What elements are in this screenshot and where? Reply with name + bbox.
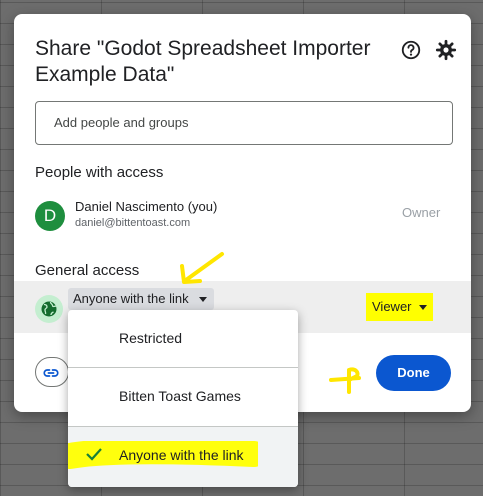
done-button[interactable]: Done — [376, 355, 451, 391]
dialog-title: Share "Godot Spreadsheet Importer Exampl… — [35, 37, 371, 86]
menu-item-label: Bitten Toast Games — [119, 388, 241, 404]
chevron-down-icon — [419, 305, 427, 310]
access-level-dropdown[interactable]: Anyone with the link — [68, 288, 214, 310]
gear-icon[interactable] — [435, 39, 457, 61]
person-name: Daniel Nascimento (you) — [75, 199, 218, 214]
copy-link-button[interactable] — [35, 357, 69, 387]
access-level-menu: Restricted Bitten Toast Games Anyone wit… — [68, 310, 298, 487]
role-dropdown[interactable]: Viewer — [366, 293, 433, 321]
person-email: daniel@bittentoast.com — [75, 217, 191, 229]
menu-item-label: Anyone with the link — [119, 447, 244, 463]
globe-icon — [35, 295, 63, 323]
role-value: Viewer — [372, 299, 412, 314]
menu-item-bitten-toast-games[interactable]: Bitten Toast Games — [68, 368, 298, 424]
help-icon[interactable] — [400, 39, 422, 61]
people-with-access-heading: People with access — [35, 164, 164, 181]
link-icon — [43, 369, 59, 377]
add-people-input[interactable]: Add people and groups — [35, 101, 453, 145]
general-access-heading: General access — [35, 262, 140, 279]
menu-item-label: Restricted — [119, 330, 183, 346]
avatar: D — [35, 201, 65, 231]
chevron-down-icon — [198, 297, 207, 302]
owner-role-label: Owner — [402, 205, 441, 220]
access-level-value: Anyone with the link — [73, 291, 189, 306]
menu-item-restricted[interactable]: Restricted — [68, 310, 298, 366]
menu-item-anyone-with-link[interactable]: Anyone with the link — [68, 427, 298, 487]
check-icon — [86, 448, 102, 461]
